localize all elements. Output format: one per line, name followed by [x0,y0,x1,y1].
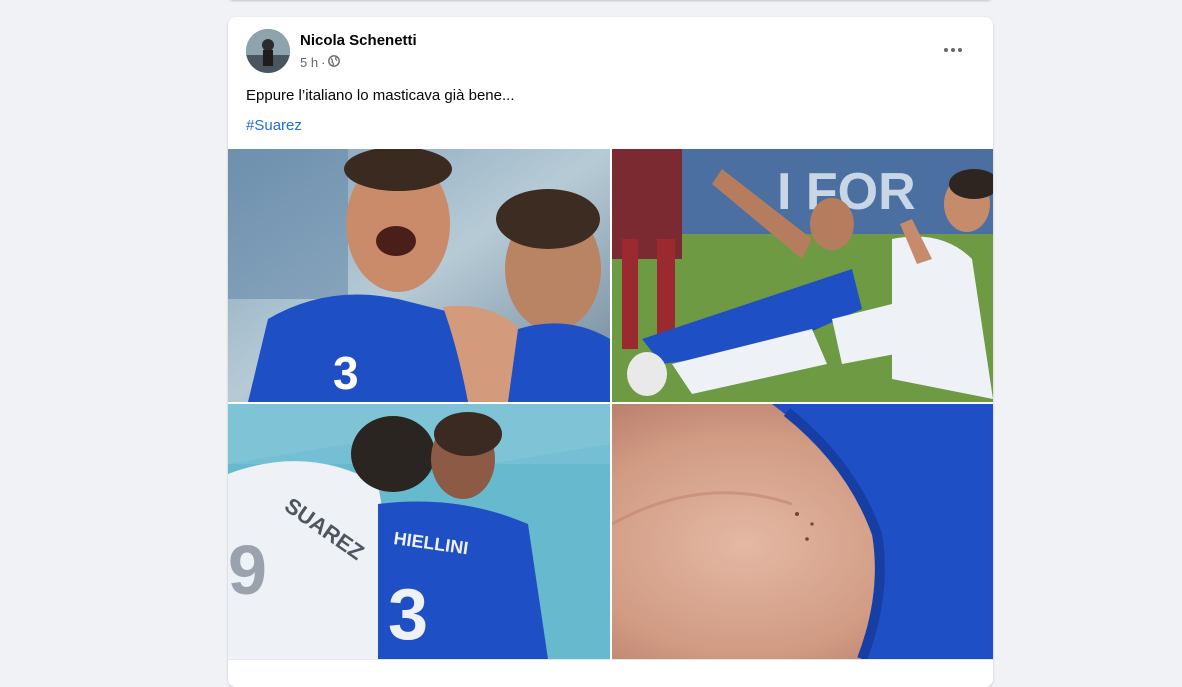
svg-text:3: 3 [333,347,359,399]
post-time[interactable]: 5 h [300,55,318,70]
more-options-icon [944,48,962,52]
more-options-button[interactable] [935,35,971,65]
photo-1[interactable]: 3 [228,149,610,402]
globe-icon [328,55,341,70]
jersey-number-right: 3 [388,575,428,655]
post-header: Nicola Schenetti 5 h · [228,17,993,83]
photo-4[interactable] [612,404,993,659]
hashtag-link[interactable]: #Suarez [246,117,302,134]
post-card: Nicola Schenetti 5 h · Eppure l’italiano… [228,17,993,687]
author-name[interactable]: Nicola Schenetti [300,32,417,49]
post-text: Eppure l’italiano lo masticava già bene.… [246,87,515,104]
post-meta: 5 h · [300,55,341,70]
photo-gallery: 3 I FOR 9 SUAREZ HIELLINI 3 [228,149,993,659]
avatar[interactable] [246,29,290,73]
meta-separator: · [321,55,326,70]
photo-3[interactable]: 9 SUAREZ HIELLINI 3 [228,404,610,659]
post-footer [228,659,993,687]
jersey-number-left: 9 [228,531,267,609]
photo-2[interactable]: I FOR [612,149,993,402]
